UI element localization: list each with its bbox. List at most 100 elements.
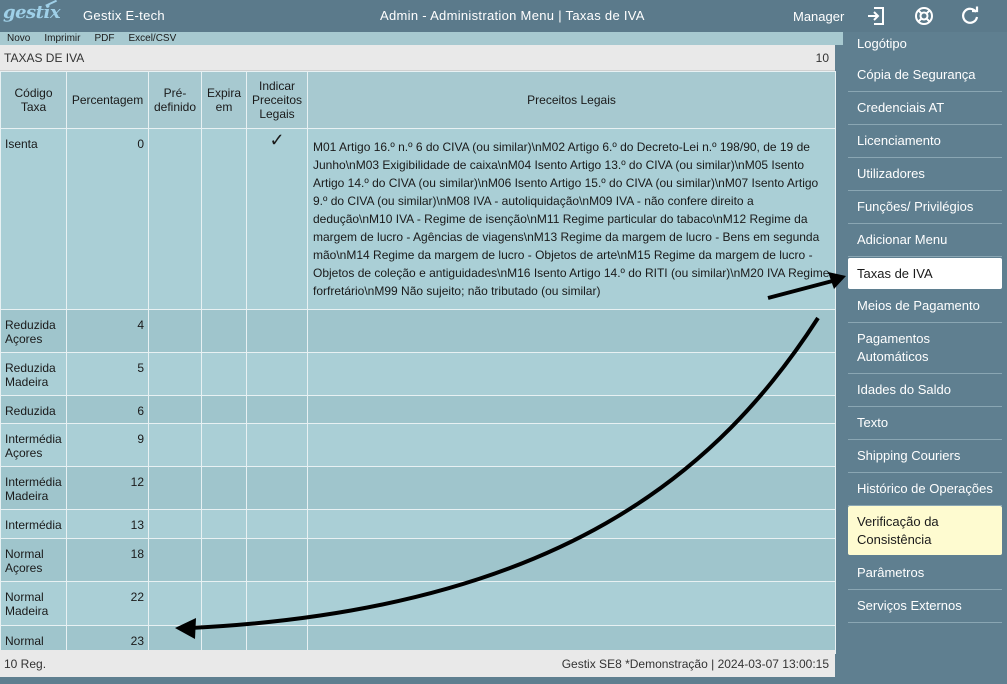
sidebar-divider (848, 91, 1002, 92)
cell-indicate-legal (246, 581, 308, 626)
cell-code: Normal Madeira (0, 581, 67, 626)
pdf-button[interactable]: PDF (87, 32, 121, 45)
column-header-predefined[interactable]: Pré-definido (148, 71, 202, 129)
sidebar-item-texto[interactable]: Texto (848, 407, 1002, 438)
cell-percent: 4 (66, 309, 149, 353)
cell-legal (307, 538, 836, 582)
cell-code: Reduzida Madeira (0, 352, 67, 396)
sidebar-divider (848, 622, 1002, 623)
vat-rates-panel: TAXAS DE IVA 10 Código Taxa Percentagem … (0, 45, 836, 654)
cell-code: Intermédia Madeira (0, 466, 67, 510)
sidebar-item-credenciais-at[interactable]: Credenciais AT (848, 92, 1002, 123)
sidebar-item-pagamentos-automaticos[interactable]: Pagamentos Automáticos (848, 323, 1002, 372)
top-bar: gestix Gestix E-tech Admin - Administrat… (0, 0, 1007, 32)
vat-rates-table: Código Taxa Percentagem Pré-definido Exp… (0, 71, 836, 654)
cell-expires (201, 466, 247, 510)
sidebar-item-copia-de-seguranca[interactable]: Cópia de Segurança (848, 59, 1002, 90)
cell-percent: 18 (66, 538, 149, 582)
sidebar-item-utilizadores[interactable]: Utilizadores (848, 158, 1002, 189)
column-header-indicate-legal[interactable]: Indicar Preceitos Legais (246, 71, 308, 129)
sidebar-divider (848, 373, 1002, 374)
records-label: 10 Reg. (4, 656, 47, 671)
table-row[interactable]: Isenta 0 ✓ M01 Artigo 16.º n.º 6 do CIVA (o… (0, 128, 836, 310)
cell-legal (307, 466, 836, 510)
column-header-percent[interactable]: Percentagem (66, 71, 149, 129)
lifebuoy-icon[interactable] (913, 5, 935, 27)
cell-indicate-legal (246, 538, 308, 582)
cell-predefined (148, 309, 202, 353)
footer-info: Gestix SE8 *Demonstração | 2024-03-07 13… (561, 656, 829, 671)
sidebar-item-meios-de-pagamento[interactable]: Meios de Pagamento (848, 290, 1002, 321)
cell-legal (307, 309, 836, 353)
column-header-legal[interactable]: Preceitos Legais (307, 71, 836, 129)
cell-code: Reduzida Açores (0, 309, 67, 353)
table-row[interactable]: Intermédia Açores 9 (0, 423, 836, 467)
cell-legal (307, 395, 836, 424)
panel-title: TAXAS DE IVA (4, 50, 85, 65)
table-row[interactable]: Intermédia Madeira 12 (0, 466, 836, 510)
cell-indicate-legal (246, 509, 308, 539)
app-name: Gestix E-tech (83, 8, 165, 23)
sidebar-item-shipping-couriers[interactable]: Shipping Couriers (848, 440, 1002, 471)
print-button[interactable]: Imprimir (37, 32, 87, 45)
sidebar-item-adicionar-menu[interactable]: Adicionar Menu (848, 224, 1002, 255)
sidebar-item-parametros[interactable]: Parâmetros (848, 557, 1002, 588)
cell-predefined (148, 538, 202, 582)
cell-legal (307, 581, 836, 626)
cell-indicate-legal (246, 352, 308, 396)
refresh-icon[interactable] (959, 5, 981, 27)
sidebar-divider (848, 124, 1002, 125)
sidebar-divider (848, 439, 1002, 440)
cell-percent: 6 (66, 395, 149, 424)
cell-indicate-legal (246, 395, 308, 424)
new-button[interactable]: Novo (0, 32, 37, 45)
sidebar-divider (848, 406, 1002, 407)
cell-percent: 13 (66, 509, 149, 539)
cell-code: Intermédia Açores (0, 423, 67, 467)
sidebar-divider (848, 472, 1002, 473)
check-icon: ✓ (269, 130, 285, 150)
table-row[interactable]: Normal Açores 18 (0, 538, 836, 582)
sidebar-divider (848, 223, 1002, 224)
cell-code: Normal Açores (0, 538, 67, 582)
sidebar-item-funcoes-privilegios[interactable]: Funções/ Privilégios (848, 191, 1002, 222)
sidebar-item-historico-de-operacoes[interactable]: Histórico de Operações (848, 473, 1002, 504)
sidebar-item-idades-do-saldo[interactable]: Idades do Saldo (848, 374, 1002, 405)
table-row[interactable]: Reduzida Açores 4 (0, 309, 836, 353)
sidebar-divider (848, 190, 1002, 191)
cell-expires (201, 423, 247, 467)
sidebar-item-servicos-externos[interactable]: Serviços Externos (848, 590, 1002, 621)
cell-code: Intermédia (0, 509, 67, 539)
cell-predefined (148, 395, 202, 424)
cell-percent: 12 (66, 466, 149, 510)
cell-expires (201, 509, 247, 539)
cell-predefined (148, 352, 202, 396)
sidebar-divider (848, 505, 1002, 506)
sidebar-item-logotipo[interactable]: Logótipo (848, 32, 1002, 56)
sidebar-item-licenciamento[interactable]: Licenciamento (848, 125, 1002, 156)
sidebar-divider (848, 157, 1002, 158)
sidebar-item-taxas-de-iva[interactable]: Taxas de IVA (848, 258, 1002, 289)
cell-expires (201, 128, 247, 310)
sidebar-divider (848, 256, 1002, 257)
column-header-expires[interactable]: Expira em (201, 71, 247, 129)
record-count: 10 (815, 50, 829, 65)
sidebar-item-verificacao-da-consistencia[interactable]: Verificação da Consistência (848, 506, 1002, 555)
logout-icon[interactable] (865, 5, 887, 27)
table-row[interactable]: Intermédia 13 (0, 509, 836, 539)
table-row[interactable]: Reduzida 6 (0, 395, 836, 424)
cell-indicate-legal (246, 466, 308, 510)
cell-predefined (148, 581, 202, 626)
status-footer: 10 Reg. Gestix SE8 *Demonstração | 2024-… (0, 650, 835, 677)
table-row[interactable]: Normal Madeira 22 (0, 581, 836, 626)
cell-legal (307, 509, 836, 539)
cell-expires (201, 395, 247, 424)
sidebar-divider (848, 322, 1002, 323)
cell-expires (201, 538, 247, 582)
user-name[interactable]: Manager (793, 9, 844, 24)
panel-header: TAXAS DE IVA 10 (0, 45, 835, 71)
excel-csv-button[interactable]: Excel/CSV (121, 32, 183, 45)
cell-predefined (148, 466, 202, 510)
column-header-code[interactable]: Código Taxa (0, 71, 67, 129)
table-row[interactable]: Reduzida Madeira 5 (0, 352, 836, 396)
